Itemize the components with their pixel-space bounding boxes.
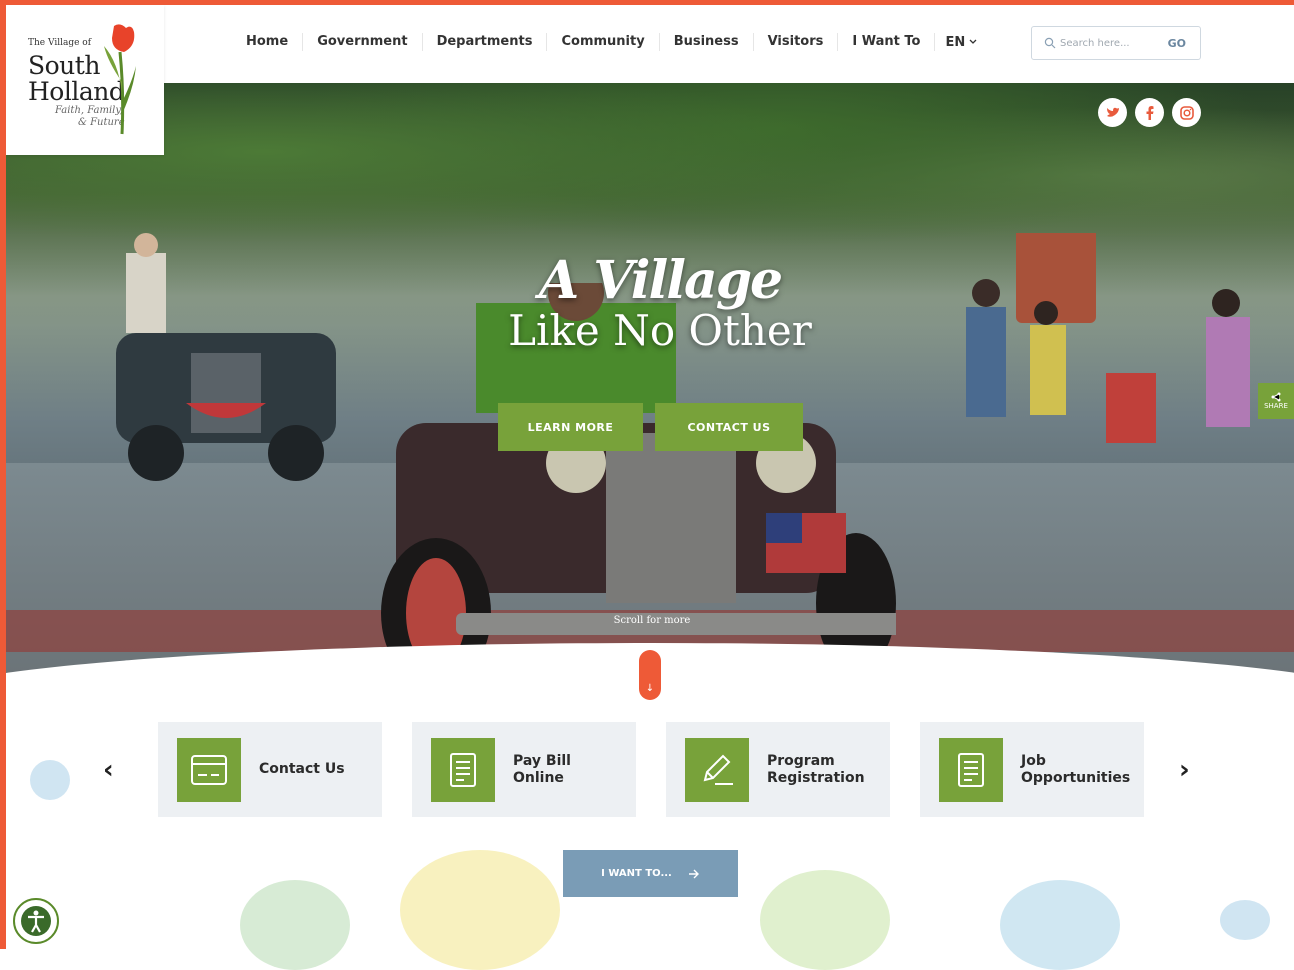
main-nav: Home Government Departments Community Bu…: [232, 32, 987, 52]
nav-visitors[interactable]: Visitors: [754, 33, 839, 51]
paint-splatter: [1220, 900, 1270, 940]
quick-link-label: Contact Us: [259, 761, 382, 778]
language-select[interactable]: EN: [935, 35, 987, 50]
quick-link-contact-us[interactable]: Contact Us: [158, 722, 382, 817]
facebook-icon[interactable]: [1135, 98, 1164, 127]
logo-small-text: The Village of: [28, 38, 92, 48]
i-want-to-label: I WANT TO...: [601, 868, 672, 879]
accessibility-icon: [21, 906, 51, 936]
hero-title: Like No Other: [508, 306, 812, 355]
search-go-button[interactable]: GO: [1168, 37, 1186, 50]
quick-link-label-line: Online: [513, 769, 564, 786]
carousel-next-button[interactable]: ›: [1179, 755, 1190, 785]
share-button[interactable]: SHARE: [1258, 383, 1294, 419]
hero-headline: A Village Like No Other: [480, 253, 840, 353]
arrow-right-icon: [688, 869, 699, 878]
nav-i-want-to[interactable]: I Want To: [838, 33, 936, 51]
instagram-icon[interactable]: [1172, 98, 1201, 127]
paint-splatter: [760, 870, 890, 970]
nav-business[interactable]: Business: [660, 33, 754, 51]
quick-link-program-registration[interactable]: Program Registration: [666, 722, 890, 817]
accessibility-button[interactable]: [13, 898, 59, 944]
paint-splatter: [240, 880, 350, 970]
vintage-car-left: [116, 233, 336, 481]
quick-link-label: Program Registration: [767, 753, 890, 787]
quick-link-label: Job Opportunities: [1021, 753, 1144, 787]
hero-title-script: A Village: [538, 250, 783, 311]
scroll-down-button[interactable]: ↓: [639, 650, 661, 700]
document-icon: [939, 737, 1003, 802]
tulip-icon: [104, 24, 136, 135]
frame-top: [0, 0, 1294, 5]
quick-link-label-line: Program: [767, 752, 835, 769]
nav-community[interactable]: Community: [547, 33, 660, 51]
learn-more-button[interactable]: LEARN MORE: [498, 403, 643, 451]
quick-link-label: Pay Bill Online: [513, 753, 636, 787]
language-label: EN: [945, 34, 966, 50]
carousel-prev-button[interactable]: ‹: [103, 755, 114, 785]
logo[interactable]: The Village of South Holland Faith, Fami…: [6, 5, 164, 155]
quick-link-label-line: Contact Us: [259, 761, 345, 777]
quick-link-pay-bill[interactable]: Pay Bill Online: [412, 722, 636, 817]
quick-link-job-opportunities[interactable]: Job Opportunities: [920, 722, 1144, 817]
nav-home[interactable]: Home: [232, 33, 304, 51]
quick-link-label-line: Job: [1021, 752, 1046, 769]
logo-line-1: South: [28, 51, 100, 80]
hero-section: A Village Like No Other LEARN MORE CONTA…: [6, 83, 1294, 693]
search-input[interactable]: [1058, 36, 1162, 50]
frame-left: [0, 0, 6, 949]
scroll-hint: Scroll for more: [613, 615, 691, 626]
share-label: SHARE: [1264, 402, 1288, 410]
paint-splatter: [400, 850, 560, 970]
nav-government[interactable]: Government: [303, 33, 423, 51]
contact-us-button[interactable]: CONTACT US: [655, 403, 803, 451]
paint-splatter: [1000, 880, 1120, 970]
search-box: GO: [1031, 26, 1201, 60]
arrow-down-icon: ↓: [645, 683, 655, 694]
twitter-icon[interactable]: [1098, 98, 1127, 127]
quick-link-label-line: Opportunities: [1021, 769, 1131, 786]
pencil-icon: [685, 737, 749, 802]
i-want-to-button[interactable]: I WANT TO...: [563, 850, 738, 897]
nav-departments[interactable]: Departments: [423, 33, 548, 51]
card-icon: [177, 737, 241, 802]
quick-link-label-line: Registration: [767, 769, 865, 786]
document-icon: [431, 737, 495, 802]
chevron-down-icon: [969, 39, 977, 44]
quick-link-label-line: Pay Bill: [513, 752, 571, 769]
paint-splatter: [30, 760, 70, 800]
parade-crowd: [966, 233, 1250, 443]
share-icon: [1271, 392, 1281, 402]
search-icon: [1044, 37, 1056, 49]
